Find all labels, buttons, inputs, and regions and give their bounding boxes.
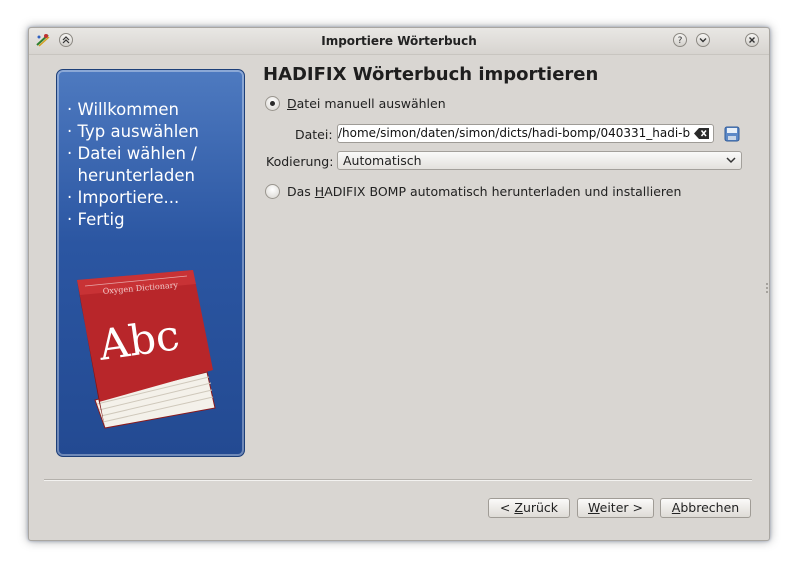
- resize-grip[interactable]: [766, 278, 768, 293]
- encoding-value: Automatisch: [343, 153, 422, 168]
- label-text: atei manuell auswählen: [296, 96, 446, 111]
- label-text: Das: [287, 184, 315, 199]
- label-text: <: [499, 500, 515, 515]
- step-select-type: · Typ auswählen: [67, 122, 199, 141]
- label-text: eiter >: [599, 500, 643, 515]
- accel-char: W: [588, 500, 600, 515]
- label-text: urück: [522, 500, 559, 515]
- accel-char: H: [314, 184, 325, 199]
- next-button[interactable]: Weiter >: [577, 498, 654, 518]
- manual-file-radio[interactable]: [265, 96, 280, 111]
- help-button[interactable]: ?: [673, 33, 687, 47]
- close-icon: [749, 37, 755, 43]
- wizard-steps: · Willkommen · Typ auswählen · Datei wäh…: [67, 99, 199, 231]
- encoding-label: Kodierung:: [266, 154, 334, 169]
- wizard-sidebar: · Willkommen · Typ auswählen · Datei wäh…: [56, 69, 245, 457]
- import-dictionary-window: Importiere Wörterbuch ? · Willkommen · T…: [28, 27, 770, 541]
- close-button[interactable]: [745, 33, 759, 47]
- window-title: Importiere Wörterbuch: [321, 34, 477, 48]
- file-label: Datei:: [295, 127, 333, 142]
- accel-char: D: [287, 96, 297, 111]
- manual-file-label[interactable]: Datei manuell auswählen: [287, 96, 446, 111]
- step-choose-file: · Datei wählen /: [67, 144, 197, 163]
- label-text: bbrechen: [680, 500, 740, 515]
- clear-text-icon[interactable]: [694, 127, 710, 140]
- cancel-button[interactable]: Abbrechen: [660, 498, 751, 518]
- step-finished: · Fertig: [67, 210, 125, 229]
- file-path-value: /home/simon/daten/simon/dicts/hadi-bomp/…: [338, 126, 690, 140]
- dictionary-book-icon: Oxygen Dictionary Abc: [77, 270, 216, 429]
- step-importing: · Importiere...: [67, 188, 180, 207]
- auto-download-label[interactable]: Das HADIFIX BOMP automatisch herunterlad…: [287, 184, 681, 199]
- grip-dots-icon: [766, 283, 768, 293]
- title-bar[interactable]: Importiere Wörterbuch ?: [29, 28, 769, 55]
- page-title: HADIFIX Wörterbuch importieren: [263, 64, 599, 85]
- minimize-button[interactable]: [696, 33, 710, 47]
- chevron-down-icon: [699, 38, 707, 43]
- step-choose-file-cont: herunterladen: [67, 166, 195, 185]
- accel-char: Z: [514, 500, 523, 515]
- label-text: ADIFIX BOMP automatisch herunterladen un…: [324, 184, 682, 199]
- chevron-down-icon: [726, 157, 736, 164]
- step-welcome: · Willkommen: [67, 100, 180, 119]
- radio-dot: [270, 101, 275, 106]
- button-divider: [44, 479, 752, 481]
- file-path-input[interactable]: /home/simon/daten/simon/dicts/hadi-bomp/…: [337, 124, 714, 143]
- back-button[interactable]: < Zurück: [488, 498, 570, 518]
- encoding-select[interactable]: Automatisch: [337, 151, 742, 170]
- auto-download-radio[interactable]: [265, 184, 280, 199]
- browse-file-icon[interactable]: [724, 126, 740, 142]
